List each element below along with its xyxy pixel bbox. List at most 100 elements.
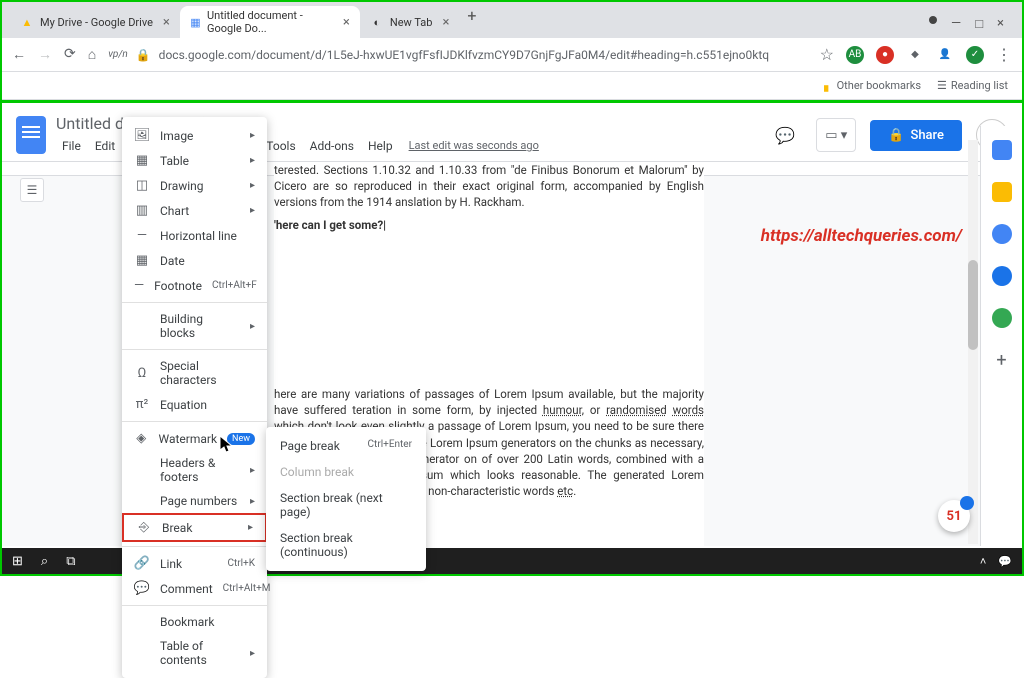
- menu-link[interactable]: 🔗LinkCtrl+K: [122, 551, 267, 576]
- scrollbar-track[interactable]: [968, 140, 978, 544]
- record-icon: [929, 16, 937, 24]
- tab-newtab[interactable]: ◐ New Tab ×: [360, 6, 460, 38]
- calendar-icon[interactable]: [992, 140, 1012, 160]
- lock-icon: 🔒: [888, 128, 904, 143]
- ext-icon-4[interactable]: 👤: [936, 46, 954, 64]
- date-icon: ▦: [134, 253, 150, 268]
- task-view-button[interactable]: ⧉: [66, 554, 75, 569]
- keep-icon[interactable]: [992, 182, 1012, 202]
- separator: [122, 546, 267, 547]
- home-button[interactable]: ⌂: [88, 46, 96, 63]
- comments-history-icon[interactable]: 💬: [768, 118, 802, 152]
- menu-date[interactable]: ▦Date: [122, 248, 267, 273]
- body-text: terested. Sections 1.10.32 and 1.10.33 f…: [274, 162, 704, 210]
- separator: [122, 349, 267, 350]
- tab-label: My Drive - Google Drive: [40, 16, 153, 29]
- ext-icon-1[interactable]: AB: [846, 46, 864, 64]
- ext-shield-icon[interactable]: ✓: [966, 46, 984, 64]
- explore-button[interactable]: 51: [938, 500, 970, 532]
- footnote-icon: —: [134, 278, 144, 293]
- docs-icon: ▦: [190, 15, 201, 29]
- tray-up-icon[interactable]: ˄: [980, 555, 986, 568]
- menu-equation[interactable]: π²Equation: [122, 392, 267, 417]
- submenu-section-break-cont[interactable]: Section break (continuous): [266, 525, 426, 565]
- chrome-menu-icon[interactable]: ⋮: [996, 45, 1012, 64]
- ext-icon-3[interactable]: ◆: [906, 46, 924, 64]
- ext-icon-2[interactable]: ●: [876, 46, 894, 64]
- submenu-page-break[interactable]: Page breakCtrl+Enter: [266, 433, 426, 459]
- menu-footnote[interactable]: —FootnoteCtrl+Alt+F: [122, 273, 267, 298]
- chart-icon: ▥: [134, 203, 150, 218]
- close-icon[interactable]: ×: [343, 15, 350, 30]
- drawing-icon: ◫: [134, 178, 150, 193]
- outline-toggle-button[interactable]: ☰: [20, 178, 44, 202]
- lock-icon: 🔒: [136, 48, 151, 62]
- menu-headers-footers[interactable]: Headers & footers▸: [122, 451, 267, 489]
- submenu-section-break-next[interactable]: Section break (next page): [266, 485, 426, 525]
- nav-buttons: ← → ⟳ ⌂: [12, 46, 96, 63]
- tab-label: Untitled document - Google Do...: [207, 9, 333, 35]
- menu-image[interactable]: 🖼Image▸: [122, 123, 267, 148]
- close-window-button[interactable]: ×: [997, 16, 1004, 32]
- watermark-icon: ◈: [134, 431, 148, 446]
- menu-addons[interactable]: Add-ons: [304, 135, 360, 157]
- forward-button[interactable]: →: [38, 46, 52, 63]
- close-icon[interactable]: ×: [163, 15, 170, 30]
- menu-edit[interactable]: Edit: [89, 135, 121, 157]
- notifications-icon[interactable]: 💬: [998, 555, 1012, 568]
- menu-bookmark[interactable]: Bookmark: [122, 610, 267, 634]
- menu-chart[interactable]: ▥Chart▸: [122, 198, 267, 223]
- tab-drive[interactable]: ▲ My Drive - Google Drive ×: [10, 6, 180, 38]
- add-addon-button[interactable]: +: [996, 350, 1006, 371]
- menu-comment[interactable]: 💬CommentCtrl+Alt+M: [122, 576, 267, 601]
- separator: [122, 302, 267, 303]
- table-icon: ▦: [134, 153, 150, 168]
- close-icon[interactable]: ×: [442, 15, 449, 30]
- url-field[interactable]: vp/n 🔒 docs.google.com/document/d/1L5eJ-…: [108, 48, 807, 62]
- drive-icon: ▲: [20, 15, 34, 29]
- search-button[interactable]: ⌕: [41, 554, 48, 569]
- tasks-icon[interactable]: [992, 224, 1012, 244]
- last-edit-link[interactable]: Last edit was seconds ago: [409, 139, 539, 152]
- menu-special-chars[interactable]: ΩSpecial characters: [122, 354, 267, 392]
- scrollbar-thumb[interactable]: [968, 260, 978, 350]
- menu-table[interactable]: ▦Table▸: [122, 148, 267, 173]
- tab-docs[interactable]: ▦ Untitled document - Google Do... ×: [180, 6, 360, 38]
- menu-horizontal-line[interactable]: —Horizontal line: [122, 223, 267, 248]
- menu-building-blocks[interactable]: Building blocks▸: [122, 307, 267, 345]
- contacts-icon[interactable]: [992, 266, 1012, 286]
- watermark-text: https://alltechqueries.com/: [761, 226, 962, 246]
- menu-page-numbers[interactable]: Page numbers▸: [122, 489, 267, 513]
- bookmarks-bar: ▖Other bookmarks ☰Reading list: [2, 72, 1022, 100]
- share-button[interactable]: 🔒Share: [870, 120, 962, 151]
- link-icon: 🔗: [134, 556, 150, 571]
- heading-text: 'here can I get some?: [274, 218, 704, 232]
- star-icon[interactable]: ☆: [820, 45, 834, 64]
- break-icon: ⎆: [136, 520, 152, 535]
- insert-menu-dropdown: 🖼Image▸ ▦Table▸ ◫Drawing▸ ▥Chart▸ —Horiz…: [122, 117, 267, 678]
- tab-label: New Tab: [390, 16, 433, 29]
- submenu-column-break: Column break: [266, 459, 426, 485]
- start-button[interactable]: ⊞: [12, 554, 23, 569]
- menu-table-of-contents[interactable]: Table of contents▸: [122, 634, 267, 672]
- reload-button[interactable]: ⟳: [64, 46, 76, 63]
- menu-watermark[interactable]: ◈WatermarkNew: [122, 426, 267, 451]
- url-text: docs.google.com/document/d/1L5eJ-hxwUE1v…: [159, 48, 769, 62]
- browser-tab-strip: ▲ My Drive - Google Drive × ▦ Untitled d…: [2, 2, 1022, 38]
- present-icon[interactable]: ▭ ▾: [816, 118, 856, 152]
- docs-logo-icon[interactable]: [16, 116, 46, 154]
- reading-list[interactable]: ☰Reading list: [937, 79, 1008, 92]
- separator: [122, 605, 267, 606]
- menu-drawing[interactable]: ◫Drawing▸: [122, 173, 267, 198]
- break-submenu: Page breakCtrl+Enter Column break Sectio…: [266, 427, 426, 571]
- back-button[interactable]: ←: [12, 46, 26, 63]
- line-icon: —: [134, 228, 150, 243]
- maximize-button[interactable]: □: [975, 16, 983, 32]
- other-bookmarks[interactable]: ▖Other bookmarks: [824, 79, 921, 92]
- menu-file[interactable]: File: [56, 135, 87, 157]
- maps-icon[interactable]: [992, 308, 1012, 328]
- minimize-button[interactable]: —: [951, 16, 961, 32]
- menu-break[interactable]: ⎆Break▸: [122, 513, 267, 542]
- new-tab-button[interactable]: +: [459, 6, 484, 38]
- menu-help[interactable]: Help: [362, 135, 399, 157]
